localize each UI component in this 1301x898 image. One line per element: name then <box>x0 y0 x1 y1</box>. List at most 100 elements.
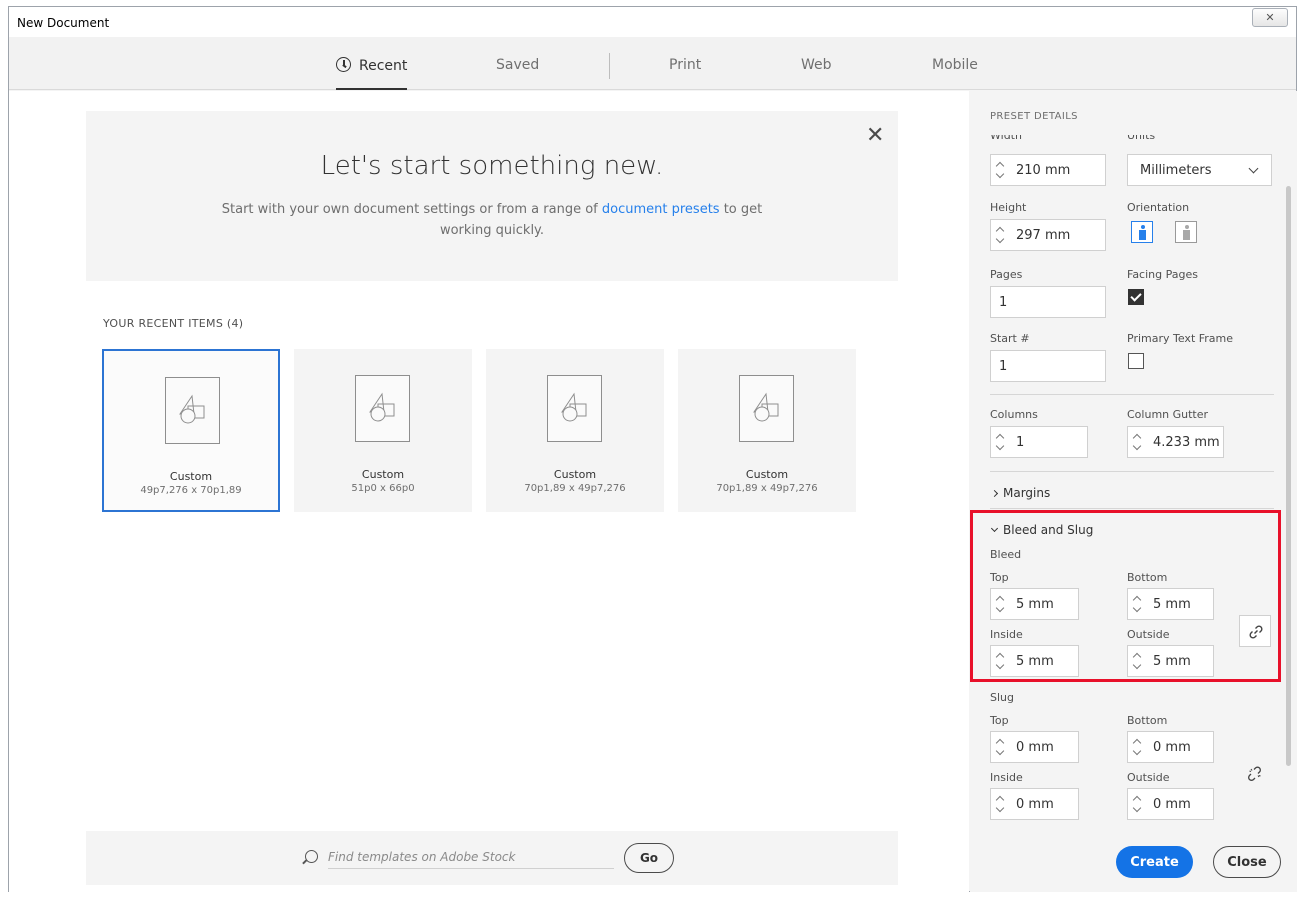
bleed-bottom-label: Bottom <box>1127 571 1168 584</box>
units-select[interactable]: Millimeters <box>1127 154 1272 186</box>
document-icon <box>165 377 220 444</box>
slug-top-field[interactable]: 0 mm <box>990 731 1079 763</box>
slug-outside-stepper[interactable] <box>1132 794 1143 814</box>
tab-recent-label: Recent <box>359 58 408 74</box>
chevron-right-icon <box>990 489 999 498</box>
column-gutter-stepper[interactable] <box>1132 432 1143 452</box>
facing-pages-label: Facing Pages <box>1127 268 1198 281</box>
orientation-label: Orientation <box>1127 201 1190 214</box>
tab-divider <box>609 53 610 79</box>
margins-section-toggle[interactable]: Margins <box>990 486 1051 500</box>
columns-stepper[interactable] <box>995 432 1006 452</box>
unlink-icon[interactable] <box>1246 765 1264 783</box>
columns-field[interactable]: 1 <box>990 426 1088 458</box>
units-value: Millimeters <box>1140 163 1212 178</box>
columns-label: Columns <box>990 408 1038 421</box>
facing-pages-checkbox[interactable] <box>1128 289 1144 305</box>
close-button[interactable]: Close <box>1213 846 1281 878</box>
slug-bottom-label: Bottom <box>1127 714 1168 727</box>
landscape-orientation-button[interactable] <box>1175 221 1197 243</box>
bleed-bottom-field[interactable]: 5 mm <box>1127 588 1214 620</box>
bleed-inside-field[interactable]: 5 mm <box>990 645 1079 677</box>
recent-items-header: YOUR RECENT ITEMS (4) <box>103 317 244 330</box>
recent-item-1[interactable]: Custom 49p7,276 x 70p1,89 <box>102 349 280 512</box>
width-label: Width <box>990 135 1022 141</box>
column-gutter-field[interactable]: 4.233 mm <box>1127 426 1224 458</box>
bleed-bottom-value: 5 mm <box>1153 597 1191 612</box>
document-presets-link[interactable]: document presets <box>602 202 720 217</box>
width-field[interactable]: 210 mm <box>990 154 1106 186</box>
tab-mobile[interactable]: Mobile <box>932 57 978 90</box>
close-banner-icon[interactable]: ✕ <box>866 123 884 148</box>
bleed-slug-section-toggle[interactable]: Bleed and Slug <box>990 523 1094 537</box>
recent-item-size: 70p1,89 x 49p7,276 <box>524 483 626 494</box>
category-tabs: Recent Saved Print Web Mobile <box>9 37 1296 90</box>
recent-item-name: Custom <box>361 468 405 481</box>
bleed-top-value: 5 mm <box>1016 597 1054 612</box>
bleed-inside-value: 5 mm <box>1016 654 1054 669</box>
chevron-down-icon <box>1248 163 1259 174</box>
bleed-link-button[interactable] <box>1239 615 1271 647</box>
pages-field[interactable]: 1 <box>990 286 1106 318</box>
bleed-top-field[interactable]: 5 mm <box>990 588 1079 620</box>
start-page-value: 1 <box>999 359 1008 374</box>
banner-subtitle-text: Start with your own document settings or… <box>221 202 602 217</box>
recent-item-size: 49p7,276 x 70p1,89 <box>140 485 242 496</box>
divider <box>990 508 1274 509</box>
slug-outside-field[interactable]: 0 mm <box>1127 788 1214 820</box>
link-icon <box>1249 625 1263 639</box>
panel-scrollbar[interactable] <box>1286 186 1291 766</box>
height-field[interactable]: 297 mm <box>990 219 1106 251</box>
slug-bottom-stepper[interactable] <box>1132 737 1143 757</box>
portrait-orientation-button[interactable] <box>1131 221 1153 243</box>
slug-inside-field[interactable]: 0 mm <box>990 788 1079 820</box>
bleed-slug-label: Bleed and Slug <box>1003 523 1094 537</box>
slug-top-stepper[interactable] <box>995 737 1006 757</box>
recent-item-4[interactable]: Custom 70p1,89 x 49p7,276 <box>678 349 856 512</box>
main-area: ✕ Let's start something new. Start with … <box>9 91 969 892</box>
column-gutter-value: 4.233 mm <box>1153 435 1220 450</box>
tab-saved[interactable]: Saved <box>496 57 539 90</box>
recent-item-3[interactable]: Custom 70p1,89 x 49p7,276 <box>486 349 664 512</box>
slug-top-label: Top <box>990 714 1009 727</box>
window-close-button[interactable]: ✕ <box>1252 8 1288 27</box>
bleed-outside-value: 5 mm <box>1153 654 1191 669</box>
document-icon <box>739 375 794 442</box>
primary-text-frame-label: Primary Text Frame <box>1127 332 1234 345</box>
document-icon <box>547 375 602 442</box>
welcome-banner: ✕ Let's start something new. Start with … <box>86 111 898 281</box>
tab-print[interactable]: Print <box>669 57 701 90</box>
start-label: Start # <box>990 332 1030 345</box>
bleed-outside-field[interactable]: 5 mm <box>1127 645 1214 677</box>
create-button[interactable]: Create <box>1116 846 1193 878</box>
tab-recent[interactable]: Recent <box>336 57 408 90</box>
tab-web[interactable]: Web <box>801 57 832 90</box>
clock-icon <box>336 57 351 72</box>
margins-label: Margins <box>1003 486 1051 500</box>
bleed-top-stepper[interactable] <box>995 594 1006 614</box>
go-button[interactable]: Go <box>624 843 674 873</box>
recent-item-2[interactable]: Custom 51p0 x 66p0 <box>294 349 472 512</box>
height-label: Height <box>990 201 1027 214</box>
bleed-inside-label: Inside <box>990 628 1023 641</box>
start-page-field[interactable]: 1 <box>990 350 1106 382</box>
recent-item-size: 51p0 x 66p0 <box>351 483 415 494</box>
slug-inside-label: Inside <box>990 771 1023 784</box>
height-stepper[interactable] <box>995 225 1006 245</box>
template-search-input[interactable] <box>328 845 614 869</box>
bleed-outside-stepper[interactable] <box>1132 651 1143 671</box>
pages-label: Pages <box>990 268 1023 281</box>
preset-details-header: PRESET DETAILS <box>990 111 1078 122</box>
bleed-bottom-stepper[interactable] <box>1132 594 1143 614</box>
portrait-icon <box>1139 225 1146 240</box>
width-stepper[interactable] <box>995 160 1006 180</box>
bleed-outside-label: Outside <box>1127 628 1170 641</box>
preset-details-panel: PRESET DETAILS Width Units 210 mm Millim… <box>970 91 1297 892</box>
primary-text-frame-checkbox[interactable] <box>1128 353 1144 369</box>
title-bar: New Document ✕ <box>9 7 1296 37</box>
slug-inside-stepper[interactable] <box>995 794 1006 814</box>
column-gutter-label: Column Gutter <box>1127 408 1209 421</box>
slug-bottom-field[interactable]: 0 mm <box>1127 731 1214 763</box>
recent-item-name: Custom <box>553 468 597 481</box>
bleed-inside-stepper[interactable] <box>995 651 1006 671</box>
